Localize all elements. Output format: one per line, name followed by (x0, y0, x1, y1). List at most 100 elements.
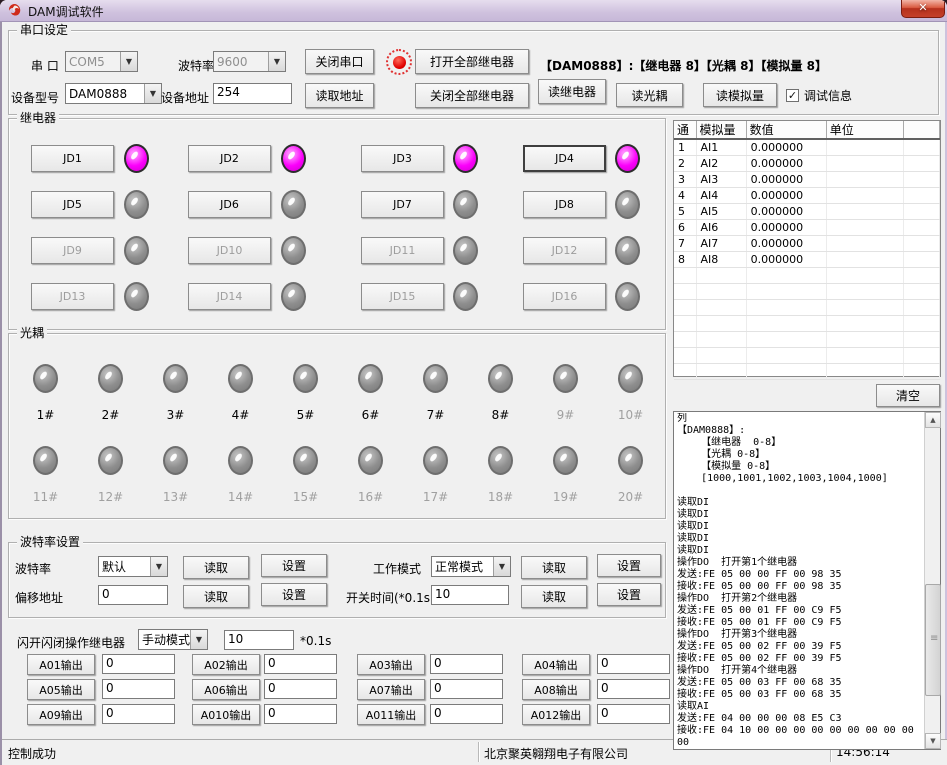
read-analog-button[interactable]: 读模拟量 (703, 83, 777, 107)
close-serial-button[interactable]: 关闭串口 (305, 49, 374, 74)
output-value-field-A08[interactable]: 0 (597, 679, 670, 699)
offset-address-field[interactable]: 0 (98, 585, 168, 605)
chevron-down-icon[interactable]: ▼ (268, 52, 285, 71)
scroll-down-icon[interactable]: ▼ (925, 733, 941, 749)
output-value-field-A06[interactable]: 0 (264, 679, 337, 699)
switch-set-button[interactable]: 设置 (597, 583, 661, 606)
title-bar[interactable]: DAM调试软件 ✕ (0, 0, 947, 22)
output-value-field-A011[interactable]: 0 (430, 704, 503, 724)
read-address-button[interactable]: 读取地址 (305, 83, 374, 108)
relay-button-jd16[interactable]: JD16 (523, 283, 606, 310)
output-button-A012[interactable]: A012输出 (522, 704, 590, 725)
read-opto-button[interactable]: 读光耦 (616, 83, 683, 107)
relay-button-jd8[interactable]: JD8 (523, 191, 606, 218)
table-header-0: 通 (674, 121, 696, 139)
output-button-A08[interactable]: A08输出 (522, 679, 590, 700)
chevron-down-icon[interactable]: ▼ (120, 52, 137, 71)
relay-button-jd9[interactable]: JD9 (31, 237, 114, 264)
baud-select-combobox[interactable]: 默认 ▼ (98, 556, 168, 577)
offset-read-button[interactable]: 读取 (183, 585, 249, 608)
opto-light (358, 446, 383, 475)
opto-light (33, 364, 58, 393)
chevron-down-icon[interactable]: ▼ (150, 557, 167, 576)
mode-read-button[interactable]: 读取 (521, 556, 587, 579)
opto-channel-label: 16# (358, 490, 383, 504)
relay-button-jd2[interactable]: JD2 (188, 145, 271, 172)
flash-time-field[interactable]: 10 (224, 630, 294, 650)
output-value-field-A04[interactable]: 0 (597, 654, 670, 674)
relay-button-jd4[interactable]: JD4 (523, 145, 606, 172)
chevron-down-icon[interactable]: ▼ (144, 84, 161, 103)
opto-channel-5: 5# (273, 364, 338, 422)
port-combobox[interactable]: COM5 ▼ (65, 51, 138, 72)
table-header-2: 数值 (746, 121, 826, 139)
relay-light-jd13 (124, 282, 149, 311)
relay-group: 继电器 JD1JD2JD3JD4JD5JD6JD7JD8JD9JD10JD11J… (8, 118, 666, 330)
switch-read-button[interactable]: 读取 (521, 585, 587, 608)
output-value-field-A02[interactable]: 0 (264, 654, 337, 674)
mode-set-button[interactable]: 设置 (597, 554, 661, 577)
output-value-field-A012[interactable]: 0 (597, 704, 670, 724)
output-value-field-A010[interactable]: 0 (264, 704, 337, 724)
relay-button-jd14[interactable]: JD14 (188, 283, 271, 310)
output-value-field-A05[interactable]: 0 (102, 679, 175, 699)
table-cell: AI6 (696, 219, 746, 235)
baud-read-button[interactable]: 读取 (183, 556, 249, 579)
output-button-A09[interactable]: A09输出 (27, 704, 95, 725)
output-value-field-A09[interactable]: 0 (102, 704, 175, 724)
output-button-A05[interactable]: A05输出 (27, 679, 95, 700)
chevron-down-icon[interactable]: ▼ (190, 630, 207, 649)
relay-button-jd13[interactable]: JD13 (31, 283, 114, 310)
opto-channel-6: 6# (338, 364, 403, 422)
device-address-field[interactable]: 254 (213, 83, 292, 104)
scrollbar-thumb[interactable] (925, 584, 941, 696)
baudrate-combobox[interactable]: 9600 ▼ (213, 51, 286, 72)
output-button-A06[interactable]: A06输出 (192, 679, 260, 700)
switch-time-field[interactable]: 10 (431, 585, 509, 605)
output-button-A07[interactable]: A07输出 (357, 679, 425, 700)
table-cell (903, 155, 939, 171)
table-cell: AI2 (696, 155, 746, 171)
read-relays-button[interactable]: 读继电器 (538, 79, 606, 104)
debug-info-checkbox[interactable]: ✓ 调试信息 (786, 87, 852, 104)
device-model-combobox[interactable]: DAM0888 ▼ (65, 83, 162, 104)
baud-set-button[interactable]: 设置 (261, 554, 327, 577)
relay-button-jd7[interactable]: JD7 (361, 191, 444, 218)
flash-mode-combobox[interactable]: 手动模式 ▼ (138, 629, 208, 650)
relay-button-jd11[interactable]: JD11 (361, 237, 444, 264)
log-line: 操作DO 打开第4个继电器 (677, 665, 922, 677)
relay-button-jd6[interactable]: JD6 (188, 191, 271, 218)
output-value-field-A01[interactable]: 0 (102, 654, 175, 674)
output-value-field-A07[interactable]: 0 (430, 679, 503, 699)
log-line: 【继电器 0-8】 (677, 437, 922, 449)
table-cell (826, 155, 903, 171)
open-all-relays-button[interactable]: 打开全部继电器 (415, 49, 529, 74)
output-button-A011[interactable]: A011输出 (357, 704, 425, 725)
table-row: 7AI70.000000 (674, 235, 940, 251)
output-button-A03[interactable]: A03输出 (357, 654, 425, 675)
relay-button-jd12[interactable]: JD12 (523, 237, 606, 264)
work-mode-combobox[interactable]: 正常模式 ▼ (431, 556, 511, 577)
output-value-field-A03[interactable]: 0 (430, 654, 503, 674)
output-button-A02[interactable]: A02输出 (192, 654, 260, 675)
close-all-relays-button[interactable]: 关闭全部继电器 (415, 83, 529, 108)
relay-button-jd3[interactable]: JD3 (361, 145, 444, 172)
output-button-A04[interactable]: A04输出 (522, 654, 590, 675)
relay-button-jd1[interactable]: JD1 (31, 145, 114, 172)
clear-log-button[interactable]: 清空 (876, 384, 940, 407)
table-cell (826, 363, 903, 379)
relay-button-jd5[interactable]: JD5 (31, 191, 114, 218)
comm-log-box[interactable]: 列【DAM0888】: 【继电器 0-8】 【光耦 0-8】 【模拟量 0-8】… (673, 411, 941, 750)
output-button-A01[interactable]: A01输出 (27, 654, 95, 675)
output-button-A010[interactable]: A010输出 (192, 704, 260, 725)
opto-channel-label: 5# (297, 408, 315, 422)
offset-set-button[interactable]: 设置 (261, 583, 327, 606)
log-line: 读取DI (677, 497, 922, 509)
relay-button-jd10[interactable]: JD10 (188, 237, 271, 264)
relay-button-jd15[interactable]: JD15 (361, 283, 444, 310)
chevron-down-icon[interactable]: ▼ (493, 557, 510, 576)
log-scrollbar[interactable]: ▲ ▼ (924, 412, 940, 749)
app-icon (7, 3, 22, 18)
close-button[interactable]: ✕ (901, 0, 945, 18)
scroll-up-icon[interactable]: ▲ (925, 412, 941, 428)
